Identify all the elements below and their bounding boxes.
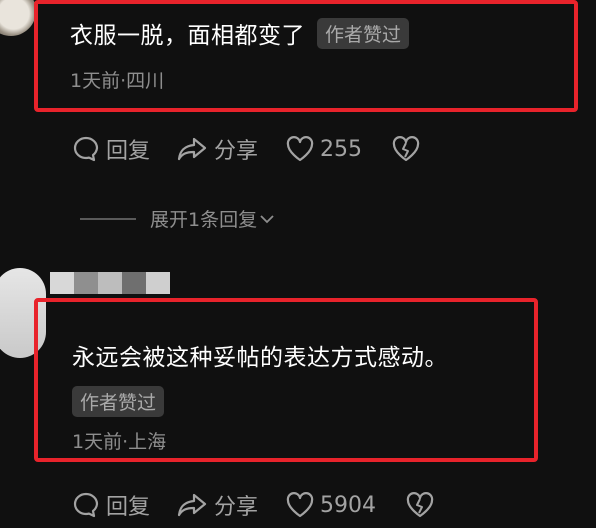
broken-heart-icon (406, 492, 434, 518)
comment-text: 衣服一脱，面相都变了 (70, 23, 305, 49)
reply-button[interactable]: 回复 (72, 133, 150, 165)
author-liked-badge: 作者赞过 (317, 17, 410, 49)
comment-meta: 1天前·四川 (70, 70, 165, 92)
chevron-down-icon (260, 214, 274, 223)
blurred-username (50, 272, 170, 294)
share-button[interactable]: 分享 (176, 489, 258, 521)
reply-label: 回复 (106, 139, 151, 164)
expand-replies[interactable]: 展开1条回复 (80, 205, 275, 232)
share-arrow-icon (177, 137, 207, 161)
broken-heart-icon (392, 136, 420, 162)
comment-meta: 1天前·上海 (72, 431, 167, 453)
comment-text: 永远会被这种妥帖的表达方式感动。 (72, 345, 448, 371)
reply-bubble-icon (73, 492, 99, 518)
commenter-avatar[interactable] (0, 0, 36, 36)
share-label: 分享 (214, 495, 259, 520)
like-count: 255 (320, 136, 363, 162)
reply-button[interactable]: 回复 (72, 489, 150, 521)
expand-replies-label: 展开1条回复 (150, 209, 258, 231)
dislike-button[interactable] (392, 136, 420, 162)
heart-icon (286, 136, 314, 162)
divider-line (80, 217, 136, 220)
comment-1: 衣服一脱，面相都变了 作者赞过 1天前·四川 (70, 16, 410, 93)
dislike-button[interactable] (406, 492, 434, 518)
reply-bubble-icon (73, 136, 99, 162)
heart-icon (286, 492, 314, 518)
like-button[interactable]: 255 (286, 136, 362, 162)
comment-2-actions: 回复 分享 5904 (72, 489, 434, 521)
share-button[interactable]: 分享 (176, 133, 258, 165)
comment-2: 永远会被这种妥帖的表达方式感动。 作者赞过 1天前·上海 (72, 338, 448, 454)
reply-label: 回复 (106, 495, 151, 520)
author-liked-badge: 作者赞过 (72, 386, 165, 417)
comment-1-actions: 回复 分享 255 (72, 133, 420, 165)
like-count: 5904 (320, 492, 377, 518)
like-button[interactable]: 5904 (286, 492, 376, 518)
share-arrow-icon (177, 493, 207, 517)
share-label: 分享 (214, 139, 259, 164)
